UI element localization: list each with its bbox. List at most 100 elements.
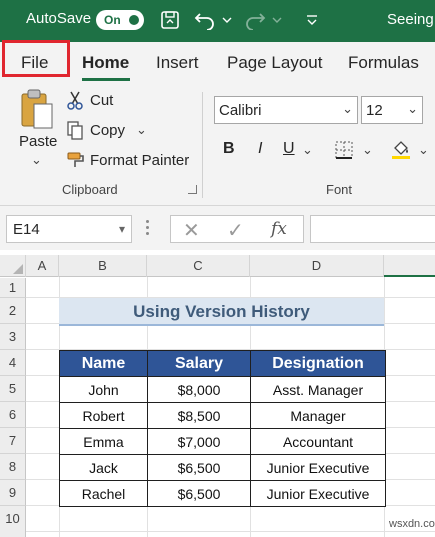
clipboard-dialog-launcher-icon[interactable] [188, 185, 197, 194]
table-header-row: Name Salary Designation [59, 350, 386, 377]
italic-button[interactable]: I [258, 140, 262, 158]
formula-bar-resize-handle[interactable] [146, 220, 150, 238]
tab-page-layout[interactable]: Page Layout [227, 53, 322, 73]
font-group-label: Font [326, 182, 353, 197]
name-box[interactable]: E14 ▾ [6, 215, 132, 243]
header-cell-salary[interactable]: Salary [147, 350, 251, 377]
save-icon[interactable] [158, 8, 182, 32]
table-cell[interactable]: Manager [250, 402, 386, 429]
group-separator [202, 92, 203, 198]
name-box-value: E14 [13, 221, 40, 238]
autosave-toggle[interactable]: On [96, 10, 144, 30]
table-cell[interactable]: $8,000 [147, 376, 251, 403]
format-painter-button[interactable]: Format Painter [90, 152, 189, 169]
chevron-down-icon: ⌄ [407, 101, 418, 116]
autosave-toggle-state: On [104, 13, 121, 27]
column-header-a[interactable]: A [26, 255, 59, 277]
table-row: John $8,000 Asst. Manager [59, 376, 386, 403]
underline-button[interactable]: U [283, 140, 295, 158]
font-size-value: 12 [366, 102, 383, 119]
clipboard-group-label: Clipboard [62, 182, 118, 197]
row-header-9[interactable]: 9 [0, 480, 26, 506]
fill-color-dropdown-icon[interactable]: ⌄ [418, 142, 429, 158]
cancel-icon[interactable]: ✕ [183, 218, 200, 243]
column-headers: A B C D [0, 255, 435, 277]
table-cell[interactable]: John [59, 376, 148, 403]
borders-dropdown-icon[interactable]: ⌄ [362, 142, 373, 158]
table-row: Robert $8,500 Manager [59, 402, 386, 429]
row-header-3[interactable]: 3 [0, 324, 26, 350]
formula-bar: E14 ▾ ✕ ✓ fx [0, 206, 435, 250]
gridline [26, 531, 435, 532]
tab-home[interactable]: Home [82, 53, 129, 73]
table-row: Jack $6,500 Junior Executive [59, 454, 386, 481]
enter-icon[interactable]: ✓ [227, 218, 244, 243]
table-cell[interactable]: Rachel [59, 480, 148, 507]
title-bar: AutoSave On Seeing [0, 0, 435, 42]
paste-button[interactable]: Paste [19, 133, 57, 150]
watermark: wsxdn.com [389, 518, 435, 530]
worksheet-grid: A B C D 1 2 3 4 5 6 7 8 9 10 Using Versi… [0, 250, 435, 537]
font-size-dropdown[interactable]: 12 ⌄ [361, 96, 423, 124]
underline-dropdown-icon[interactable]: ⌄ [302, 142, 313, 158]
font-name-dropdown[interactable]: Calibri ⌄ [214, 96, 358, 124]
paste-dropdown-icon[interactable]: ⌄ [31, 152, 42, 168]
header-cell-designation[interactable]: Designation [250, 350, 386, 377]
table-row: Emma $7,000 Accountant [59, 428, 386, 455]
copy-button[interactable]: Copy [90, 122, 125, 139]
fill-color-icon[interactable] [390, 138, 412, 165]
undo-dropdown-icon[interactable] [220, 8, 234, 32]
row-header-2[interactable]: 2 [0, 298, 26, 324]
table-cell[interactable]: Emma [59, 428, 148, 455]
row-header-1[interactable]: 1 [0, 278, 26, 298]
table-cell[interactable]: $8,500 [147, 402, 251, 429]
table-cell[interactable]: Asst. Manager [250, 376, 386, 403]
row-header-7[interactable]: 7 [0, 428, 26, 454]
column-header-d[interactable]: D [250, 255, 384, 277]
cut-icon[interactable] [66, 90, 84, 115]
row-header-4[interactable]: 4 [0, 350, 26, 376]
toggle-knob [129, 15, 139, 25]
table-cell[interactable]: Junior Executive [250, 454, 386, 481]
copy-icon[interactable] [66, 120, 84, 145]
table-cell[interactable]: Accountant [250, 428, 386, 455]
column-header-b[interactable]: B [59, 255, 147, 277]
format-painter-icon[interactable] [66, 150, 86, 175]
header-cell-name[interactable]: Name [59, 350, 148, 377]
data-table: Name Salary Designation John $8,000 Asst… [59, 350, 386, 507]
ribbon: Paste ⌄ Cut Copy ⌄ Format Painter Clipbo… [0, 82, 435, 206]
table-row: Rachel $6,500 Junior Executive [59, 480, 386, 507]
chevron-down-icon: ⌄ [342, 101, 353, 116]
undo-icon[interactable] [192, 8, 218, 32]
chevron-down-icon: ▾ [118, 222, 125, 236]
sheet-title-cell[interactable]: Using Version History [59, 298, 384, 326]
select-all-icon [13, 264, 23, 274]
borders-icon[interactable] [334, 140, 354, 165]
table-cell[interactable]: $6,500 [147, 454, 251, 481]
active-tab-indicator [82, 78, 130, 81]
tab-formulas[interactable]: Formulas [348, 53, 419, 73]
cut-button[interactable]: Cut [90, 92, 113, 109]
customize-toolbar-icon[interactable] [302, 8, 322, 32]
column-header-e[interactable] [384, 255, 435, 277]
row-header-8[interactable]: 8 [0, 454, 26, 480]
redo-icon[interactable] [242, 8, 268, 32]
insert-function-button[interactable]: fx [271, 219, 287, 239]
table-cell[interactable]: $7,000 [147, 428, 251, 455]
select-all-corner[interactable] [0, 255, 26, 277]
row-header-5[interactable]: 5 [0, 376, 26, 402]
row-header-6[interactable]: 6 [0, 402, 26, 428]
table-cell[interactable]: Junior Executive [250, 480, 386, 507]
redo-dropdown-icon[interactable] [270, 8, 284, 32]
row-header-10[interactable]: 10 [0, 506, 26, 537]
copy-dropdown-icon[interactable]: ⌄ [136, 122, 147, 138]
table-cell[interactable]: Jack [59, 454, 148, 481]
table-cell[interactable]: $6,500 [147, 480, 251, 507]
formula-input[interactable] [310, 215, 435, 243]
column-header-c[interactable]: C [147, 255, 250, 277]
file-tab-highlight [2, 40, 70, 77]
tab-insert[interactable]: Insert [156, 53, 199, 73]
table-cell[interactable]: Robert [59, 402, 148, 429]
paste-icon[interactable] [18, 88, 56, 137]
bold-button[interactable]: B [223, 140, 235, 158]
